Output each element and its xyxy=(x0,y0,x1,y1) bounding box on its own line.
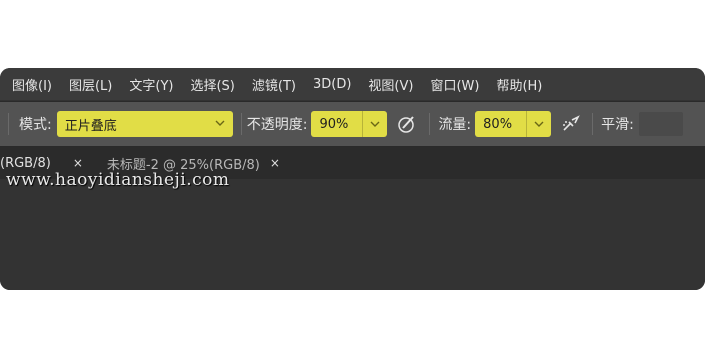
opacity-field[interactable]: 90% xyxy=(311,111,388,137)
menu-select[interactable]: 选择(S) xyxy=(190,75,234,94)
menu-filter[interactable]: 滤镜(T) xyxy=(252,75,296,94)
flow-label: 流量: xyxy=(438,117,472,133)
tab-close-icon[interactable]: × xyxy=(270,156,280,170)
menu-help[interactable]: 帮助(H) xyxy=(496,75,542,94)
chevron-down-icon xyxy=(534,121,544,127)
pressure-opacity-icon[interactable] xyxy=(395,113,417,135)
mode-label: 模式: xyxy=(19,117,52,133)
menu-view[interactable]: 视图(V) xyxy=(368,75,413,94)
blend-mode-dropdown[interactable]: 正片叠底 xyxy=(56,111,233,137)
chevron-down-icon xyxy=(370,121,380,127)
menu-image[interactable]: 图像(I) xyxy=(12,75,52,94)
divider xyxy=(592,113,594,135)
menu-3d[interactable]: 3D(D) xyxy=(313,77,351,92)
smoothing-label: 平滑: xyxy=(601,117,634,133)
flow-field[interactable]: 80% xyxy=(475,111,552,137)
opacity-dropdown-button[interactable] xyxy=(362,111,387,137)
tab-label: (RGB/8) xyxy=(0,155,51,171)
flow-value[interactable]: 80% xyxy=(483,111,512,137)
tab-close-icon[interactable]: × xyxy=(73,156,83,170)
options-bar: 模式: 正片叠底 不透明度: 90% 流量: 80% 平滑: xyxy=(0,101,705,147)
menu-type[interactable]: 文字(Y) xyxy=(129,75,173,94)
menu-window[interactable]: 窗口(W) xyxy=(430,75,479,94)
divider xyxy=(429,113,431,135)
menu-bar: 图像(I) 图层(L) 文字(Y) 选择(S) 滤镜(T) 3D(D) 视图(V… xyxy=(0,68,705,100)
flow-dropdown-button[interactable] xyxy=(526,111,551,137)
watermark-text: www.haoyidiansheji.com xyxy=(6,170,230,190)
smoothing-field[interactable] xyxy=(638,112,683,136)
canvas-area[interactable] xyxy=(0,179,705,290)
opacity-value[interactable]: 90% xyxy=(319,111,348,137)
opacity-label: 不透明度: xyxy=(246,117,308,133)
chevron-down-icon xyxy=(215,120,225,126)
menu-layer[interactable]: 图层(L) xyxy=(69,75,112,94)
divider xyxy=(8,113,9,135)
divider xyxy=(240,113,242,135)
airbrush-icon[interactable] xyxy=(560,113,582,135)
blend-mode-value: 正片叠底 xyxy=(64,118,117,134)
